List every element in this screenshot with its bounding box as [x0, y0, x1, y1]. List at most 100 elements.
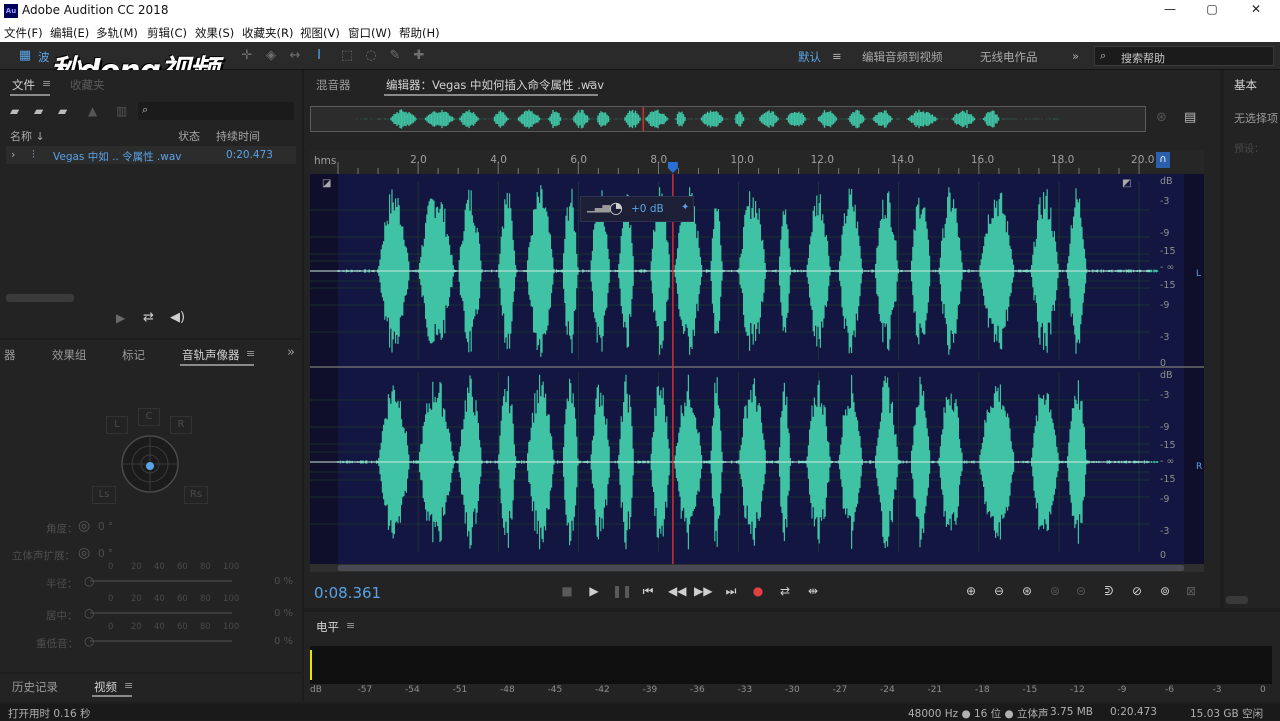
stop-icon[interactable]: ■: [558, 582, 576, 600]
channel-r-label[interactable]: R: [1196, 462, 1202, 472]
hud-toggle-icon[interactable]: ▤: [1184, 110, 1196, 125]
workspace-default[interactable]: 默认: [798, 49, 821, 65]
angle-knob-icon[interactable]: ◎: [78, 518, 90, 534]
brush-tool-icon[interactable]: ✎: [386, 47, 404, 65]
tab-markers[interactable]: 标记: [122, 347, 145, 363]
razor-tool-icon[interactable]: ◈: [262, 47, 280, 65]
snap-magnet-icon[interactable]: ∩: [1156, 152, 1170, 168]
column-status[interactable]: 状态: [178, 128, 200, 144]
search-help-field[interactable]: ⌕ 搜索帮助: [1094, 46, 1274, 66]
play-icon[interactable]: ▶: [585, 582, 603, 600]
waveform-view-icon[interactable]: ▦: [16, 47, 34, 65]
spot-healing-tool-icon[interactable]: ✚: [410, 47, 428, 65]
zoom-lock-icon[interactable]: ⊛: [1156, 110, 1167, 125]
import-icon[interactable]: ▰: [34, 104, 43, 118]
fade-out-handle-icon[interactable]: ◩: [1122, 178, 1131, 189]
channel-l-label[interactable]: L: [1196, 269, 1201, 279]
fast-forward-icon[interactable]: ▶▶: [694, 582, 712, 600]
more-panels-icon[interactable]: »: [287, 345, 295, 360]
go-to-end-icon[interactable]: ⏭: [722, 582, 740, 600]
angle-value[interactable]: 0 °: [98, 521, 113, 533]
loop-icon[interactable]: ⇄: [143, 310, 154, 325]
files-search-input[interactable]: ⌕: [138, 102, 294, 120]
pin-icon[interactable]: ✦: [681, 202, 689, 213]
play-icon[interactable]: ▶: [116, 311, 125, 325]
center-slider-handle[interactable]: ○: [84, 606, 94, 620]
close-icon[interactable]: ✕: [1236, 2, 1276, 20]
workspace-menu-icon[interactable]: ≡: [832, 49, 842, 63]
menu-edit[interactable]: 编辑(E): [50, 25, 89, 41]
levels-menu-icon[interactable]: ≡: [346, 619, 355, 632]
surround-panner-graphic[interactable]: [118, 432, 182, 496]
lfe-slider[interactable]: [90, 640, 232, 642]
more-workspaces-icon[interactable]: »: [1072, 49, 1079, 63]
waveform-display[interactable]: ▁▃▅ ◔ +0 dB ✦ ◪ ◩ dB -3 -9 -15- ∞ -15 -9 -3 0 dB…: [310, 174, 1204, 564]
radius-slider-handle[interactable]: ○: [84, 574, 94, 588]
center-slider[interactable]: [90, 612, 232, 614]
record-icon[interactable]: ●: [749, 582, 767, 600]
scrollbar[interactable]: [1226, 596, 1248, 604]
file-row[interactable]: › ⫶ Vegas 中如 .. 令属性 .wav 0:20.473: [6, 146, 296, 164]
files-menu-icon[interactable]: ≡: [42, 77, 51, 90]
menu-multitrack[interactable]: 多轨(M): [96, 25, 138, 41]
zoom-out-time-icon[interactable]: ⊘: [1128, 582, 1146, 600]
zoom-out-full-icon[interactable]: ⊚: [1156, 582, 1174, 600]
new-file-icon[interactable]: ▰: [58, 104, 67, 118]
tab-editor[interactable]: 编辑器：Vegas 中如何插入命令属性 .wav: [386, 77, 604, 93]
marquee-tool-icon[interactable]: ⬚: [338, 47, 356, 65]
minimize-icon[interactable]: —: [1150, 2, 1190, 20]
skip-selection-icon[interactable]: ⇹: [804, 582, 822, 600]
column-name[interactable]: 名称 ↓: [10, 128, 45, 144]
time-selection-tool-icon[interactable]: I: [310, 47, 328, 65]
menu-file[interactable]: 文件(F): [4, 25, 43, 41]
open-folder-icon[interactable]: ▰: [10, 104, 19, 118]
tab-files[interactable]: 文件: [12, 77, 35, 93]
time-ruler[interactable]: hms 2.0 4.0 6.0 8.0 10.0 12.0 14.0 16.0 18.0 20.0…: [310, 150, 1204, 174]
menu-window[interactable]: 窗口(W): [348, 25, 391, 41]
menu-view[interactable]: 视图(V): [300, 25, 340, 41]
tab-essential[interactable]: 基本: [1234, 77, 1257, 93]
menu-favorites[interactable]: 收藏夹(R): [242, 25, 293, 41]
zoom-out-full-all-icon[interactable]: ⊠: [1182, 582, 1200, 600]
loop-playback-icon[interactable]: ⇄: [776, 582, 794, 600]
stereo-spread-value[interactable]: 0 °: [98, 548, 113, 560]
spread-knob-icon[interactable]: ◎: [78, 545, 90, 561]
zoom-out-point-icon[interactable]: ⊝: [1072, 582, 1090, 600]
panner-menu-icon[interactable]: ≡: [246, 347, 255, 360]
tab-history[interactable]: 历史记录: [12, 679, 58, 695]
radius-slider[interactable]: [90, 580, 232, 582]
column-duration[interactable]: 持续时间: [216, 128, 260, 144]
move-tool-icon[interactable]: ✛: [238, 47, 256, 65]
tab-mixer[interactable]: 混音器: [316, 77, 351, 93]
lfe-slider-handle[interactable]: ○: [84, 634, 94, 648]
hud-volume[interactable]: ▁▃▅ ◔ +0 dB ✦: [580, 196, 694, 222]
zoom-out-amplitude-icon[interactable]: ⊖: [990, 582, 1008, 600]
slip-tool-icon[interactable]: ↔: [286, 47, 304, 65]
editor-menu-icon[interactable]: ≡: [588, 77, 597, 90]
pause-icon[interactable]: ❚❚: [612, 582, 632, 600]
volume-knob-icon[interactable]: ◔: [609, 198, 623, 217]
current-time-display[interactable]: 0:08.361: [314, 584, 381, 602]
delete-icon[interactable]: ▥: [116, 104, 127, 118]
tab-truncated[interactable]: 器: [4, 347, 16, 363]
horizontal-zoom-scrollbar[interactable]: [310, 564, 1204, 572]
hud-gain-value[interactable]: +0 dB: [631, 203, 664, 215]
maximize-icon[interactable]: ▢: [1192, 2, 1232, 20]
menu-help[interactable]: 帮助(H): [399, 25, 440, 41]
video-menu-icon[interactable]: ≡: [124, 679, 133, 692]
lasso-tool-icon[interactable]: ◌: [362, 47, 380, 65]
tab-video[interactable]: 视频: [94, 679, 117, 695]
go-to-start-icon[interactable]: ⏮: [639, 582, 657, 600]
waveform-view-label[interactable]: 波: [38, 49, 50, 65]
insert-multitrack-icon[interactable]: ▲: [88, 104, 97, 118]
workspace-radio[interactable]: 无线电作品: [980, 49, 1038, 65]
horizontal-scrollbar[interactable]: [6, 294, 74, 302]
autoplay-icon[interactable]: ◀): [170, 310, 185, 325]
expand-icon[interactable]: ›: [11, 148, 15, 161]
zoom-to-selection-icon[interactable]: ⊛: [1018, 582, 1036, 600]
menu-effects[interactable]: 效果(S): [195, 25, 234, 41]
overview-navigator[interactable]: [310, 106, 1146, 132]
tab-track-panner[interactable]: 音轨声像器: [182, 347, 240, 363]
zoom-in-point-icon[interactable]: ⊜: [1046, 582, 1064, 600]
rewind-icon[interactable]: ◀◀: [668, 582, 686, 600]
